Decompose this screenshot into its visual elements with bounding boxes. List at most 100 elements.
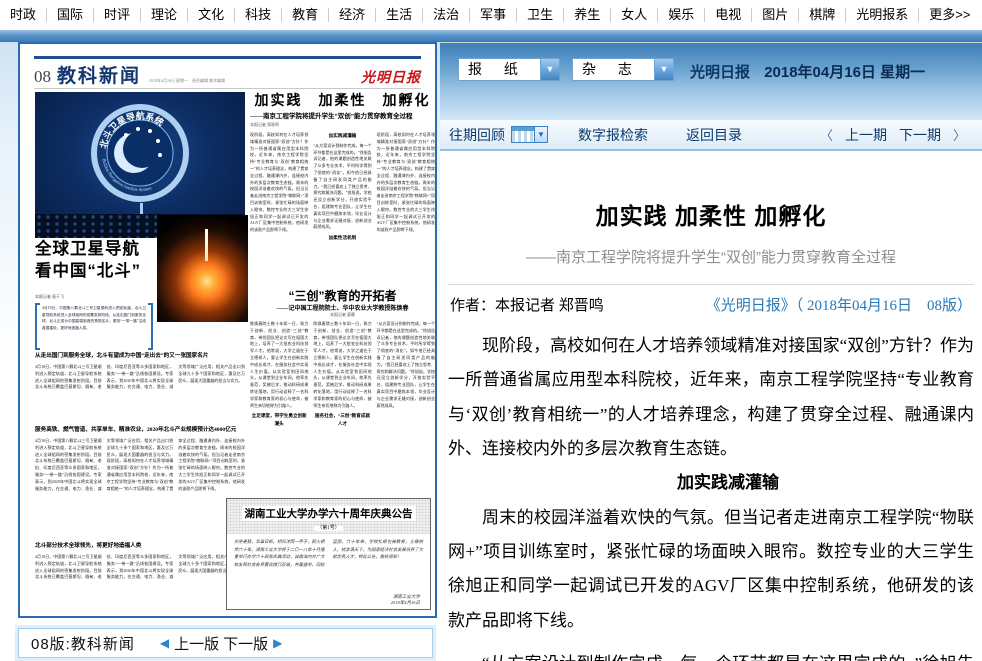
past-issues-link[interactable]: 往期回顾 [449,125,505,145]
page-nav-bar: 08版:教科新闻 ◀ 上一版 下一版 ▶ [18,628,433,658]
next-issue-arrow-icon[interactable]: 〉 [953,125,966,144]
masthead-rule [34,56,421,59]
beidou-crosshead-1: 从走出国门到服务全球，北斗有望成为中国“走出去”的又一张国家名片 [35,353,245,360]
nav-item-wenhua[interactable]: 文化 [187,8,234,22]
article-body: 现阶段，高校如何在人才培养领域精准对接国家“双创”方针？作为一所普通省属应用型本… [448,329,974,661]
sanchuang-article-title[interactable]: “三创”教育的开拓者 [250,287,435,304]
nav-item-yule[interactable]: 娱乐 [657,8,704,22]
university-notice-box[interactable]: 湖南工业大学办学六十周年庆典公告 （第1号） 岁序更替，华章日新。栉风沐雨一甲子… [226,498,431,610]
article-paragraph: 现阶段，高校如何在人才培养领域精准对接国家“双创”方针？作为一所普通省属应用型本… [448,329,974,466]
nav-item-nvren[interactable]: 女人 [610,8,657,22]
nav-item-jiaoyu[interactable]: 教育 [281,8,328,22]
article-source-link[interactable]: 《光明日报》（ 2018年04月16日 08版） [706,294,972,315]
chevron-down-icon[interactable]: ▼ [540,59,559,80]
article-content: 加实践 加柔性 加孵化 ——南京工程学院将提升学生“双创”能力贯穿教育全过程 作… [440,151,982,661]
nav-item-tupian[interactable]: 图片 [751,8,798,22]
beidou-text-2: 4月10日，中国第八颗北斗三号卫星顺利进入预定轨道，北斗卫星导航系统进入全球组网… [35,438,245,540]
nav-item-junshi[interactable]: 军事 [469,8,516,22]
nav-item-jingji[interactable]: 经济 [328,8,375,22]
reader-toolbar: 往期回顾 ▼ 数字报检索 返回目录 〈 上一期 下一期 〉 [440,120,982,151]
current-page-label: 08版:教科新闻 [31,633,135,654]
lead-crosshead-1: 加实践减灌输 [313,132,371,140]
beidou-intro-box: 4月10日，中国第八颗北斗三号卫星顺利进入预定轨道，北斗卫星导航系统进入全球组网… [35,303,153,350]
next-page-arrow-icon[interactable]: ▶ [273,636,282,650]
magazine-select[interactable]: 杂 志 ▼ [572,58,674,81]
prev-issue-link[interactable]: 上一期 [845,125,887,145]
paper-select-value: 报 纸 [459,59,540,80]
rocket-launch-photo[interactable] [157,215,248,322]
reader-header: 报 纸 ▼ 杂 志 ▼ 光明日报 2018年04月16日 星期一 [440,42,982,121]
sanchuang-crosshead-2: 服务社会，“三创”教育成就人才 [313,412,371,428]
article-reader-region: 报 纸 ▼ 杂 志 ▼ 光明日报 2018年04月16日 星期一 往期回顾 ▼ … [440,42,982,661]
page-number: 08 [34,67,51,87]
nav-item-weisheng[interactable]: 卫生 [516,8,563,22]
nav-item-fazhi[interactable]: 法治 [422,8,469,22]
calendar-picker[interactable]: ▼ [511,126,548,143]
next-issue-link[interactable]: 下一期 [899,125,941,145]
masthead-logo: 光明日报 [361,67,421,87]
nav-item-yangsheng[interactable]: 养生 [563,8,610,22]
notice-number: （第1号） [229,524,428,531]
beidou-crosshead-3: 北斗部分技术全球领先，将更好地造福人类 [35,543,245,550]
nav-item-lilun[interactable]: 理论 [140,8,187,22]
next-page-link[interactable]: 下一版 [223,633,268,654]
beidou-text-3: 4月10日，中国第八颗北斗三号卫星顺利进入预定轨道，北斗卫星导航系统进入全球组网… [35,554,245,610]
notice-title: 湖南工业大学办学六十周年庆典公告 [242,506,416,521]
nav-item-baoxi[interactable]: 光明报系 [845,8,918,22]
notice-header: 湖南工业大学办学六十周年庆典公告 （第1号） [227,499,430,534]
prev-issue-arrow-icon[interactable]: 〈 [820,125,833,144]
bracket-left [35,303,40,350]
beidou-crosshead-2: 服务高铁、燃气管道、共享单车、精准农业，2020年北斗产业规模预计达4000亿元 [35,427,245,434]
lead-crosshead-2: 加柔性活机制 [313,234,371,242]
issue-date: 2018年04月16日 星期一 [764,64,925,81]
top-divider-bar [0,30,982,42]
beidou-article-byline: 本报记者 袁于飞 [35,294,64,300]
article-paragraph: 周末的校园洋溢着欢快的气氛。但当记者走进南京工程学院“物联网+”项目训练室时，紧… [448,501,974,638]
sanchuang-article-subtitle: ——记中国工程院院士、华中农业大学教授陈焕春 [250,303,435,312]
nav-item-qipai[interactable]: 棋牌 [798,8,845,22]
page-meta: 2018年4月16日 星期一 责任编辑 美术编辑 [149,78,225,84]
sanchuang-article-byline: 本报记者 夏静 [250,312,435,318]
beidou-article-title[interactable]: 全球卫星导航 看中国“北斗” [35,238,167,283]
nav-item-guoji[interactable]: 国际 [46,8,93,22]
article-author: 作者：本报记者 郑晋鸣 [450,294,604,315]
article-section-heading: 加实践减灌输 [448,466,974,500]
paper-select[interactable]: 报 纸 ▼ [458,58,560,81]
nav-item-shizheng[interactable]: 时政 [0,8,46,22]
nav-item-shenghuo[interactable]: 生活 [375,8,422,22]
lead-article-byline: 本报记者 郑晋鸣 [250,122,435,128]
sanchuang-article-text: 陈焕春院士数十年如一日，致力于创新、创业、创造“三创”教育，带领团队把论文写在祖… [250,321,435,493]
back-to-contents-link[interactable]: 返回目录 [686,125,742,145]
notice-body-text: 岁序更替，华章日新。栉风沐雨一甲子，薪火相传六十年。湖南工业大学将于二〇一八年十… [227,534,430,592]
digital-search-link[interactable]: 数字报检索 [578,125,648,145]
bracket-right [148,303,153,350]
newspaper-page-panel[interactable]: 08 教科新闻 2018年4月16日 星期一 责任编辑 美术编辑 光明日报 [18,42,437,618]
prev-page-arrow-icon[interactable]: ◀ [160,636,169,650]
beidou-text-1: 4月10日，中国第八颗北斗三号卫星顺利进入预定轨道，北斗卫星导航系统进入全球组网… [35,364,245,424]
lead-article-text: 现阶段，高校如何在人才培养领域精准对接国家“双创”方针？作为一所普通省属应用型本… [250,132,435,284]
nav-item-more[interactable]: 更多>> [918,8,980,22]
nav-item-dianshi[interactable]: 电视 [704,8,751,22]
nav-item-shiping[interactable]: 时评 [93,8,140,22]
calendar-icon[interactable] [511,126,535,143]
lead-article-title[interactable]: 加实践 加柔性 加孵化 [250,90,435,110]
article-title: 加实践 加柔性 加孵化 [450,197,972,231]
issue-masthead: 光明日报 2018年04月16日 星期一 [690,61,925,82]
calendar-dropdown-icon[interactable]: ▼ [535,126,548,143]
article-subtitle: ——南京工程学院将提升学生“双创”能力贯穿教育全过程 [450,246,972,267]
nav-item-keji[interactable]: 科技 [234,8,281,22]
top-nav: 时政 国际 时评 理论 文化 科技 教育 经济 生活 法治 军事 卫生 养生 女… [0,0,982,30]
magazine-select-value: 杂 志 [573,59,654,80]
header-separator [34,88,421,89]
sanchuang-crosshead-1: 立足课堂，带学生勇立创新潮头 [250,412,308,428]
newspaper-page: 08 教科新闻 2018年4月16日 星期一 责任编辑 美术编辑 光明日报 [20,44,435,616]
beidou-emblem: 北斗卫星导航系统 BeiDou Navigation Satellite Sys… [86,99,194,207]
article-paragraph: “从方案设计到制作完成，每一个环节都是在这里完成的。”徐旭告诉记者，他的课题创造… [448,647,974,661]
chevron-down-icon[interactable]: ▼ [654,59,673,80]
article-divider [448,284,974,285]
section-title: 教科新闻 [57,61,141,88]
page-thumbnail-region: 08 教科新闻 2018年4月16日 星期一 责任编辑 美术编辑 光明日报 [0,42,440,661]
prev-page-link[interactable]: 上一版 [174,633,219,654]
lead-article-subtitle: ——南京工程学院将提升学生“双创”能力贯穿教育全过程 [250,110,435,120]
masthead-name: 光明日报 [690,64,750,81]
